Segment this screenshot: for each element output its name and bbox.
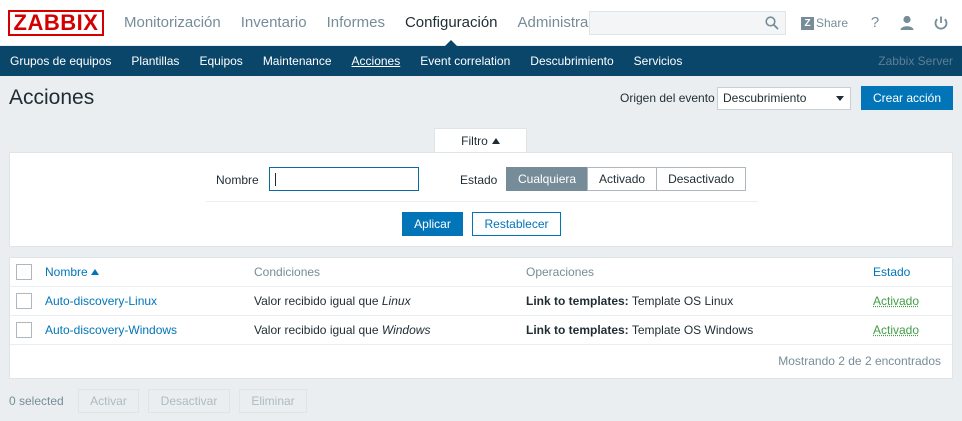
state-option-activado[interactable]: Activado (587, 167, 658, 191)
operation-cell: Link to templates: Template OS Windows (526, 316, 753, 344)
delete-button[interactable]: Eliminar (239, 389, 307, 413)
global-search-input[interactable] (589, 11, 786, 35)
operation-value: Template OS Linux (631, 294, 734, 308)
select-all-checkbox[interactable] (16, 264, 32, 280)
row-checkbox[interactable] (16, 293, 32, 309)
table-row: Auto-discovery-Windows Valor recibido ig… (10, 316, 952, 345)
filter-name-label: Nombre (216, 173, 259, 187)
operation-label: Link to templates: (526, 323, 629, 337)
condition-value: Linux (381, 294, 411, 308)
status-toggle-link[interactable]: Activado (873, 323, 919, 337)
event-source-value: Descubrimiento (723, 91, 807, 105)
state-option-desactivado[interactable]: Desactivado (656, 167, 747, 191)
collapse-arrow-icon (491, 138, 500, 144)
action-name-link[interactable]: Auto-discovery-Windows (45, 323, 177, 337)
help-icon[interactable]: ? (866, 14, 884, 32)
nav-inventario[interactable]: Inventario (231, 0, 317, 46)
event-source-label: Origen del evento (620, 91, 715, 105)
create-action-button[interactable]: Crear acción (861, 86, 953, 110)
enable-button[interactable]: Activar (78, 389, 139, 413)
column-header-name[interactable]: Nombre (45, 258, 99, 286)
search-icon[interactable] (765, 16, 779, 30)
filter-divider (206, 201, 758, 202)
user-profile-icon[interactable] (898, 14, 916, 32)
column-header-conditions: Condiciones (254, 265, 321, 279)
operation-label: Link to templates: (526, 294, 629, 308)
reset-button[interactable]: Restablecer (472, 212, 561, 236)
server-name: Zabbix Server (878, 54, 953, 68)
filter-state-label: Estado (460, 173, 498, 187)
subnav-servicios[interactable]: Servicios (624, 46, 693, 76)
subnav-acciones[interactable]: Acciones (342, 46, 411, 76)
subnav-grupos-de-equipos[interactable]: Grupos de equipos (0, 46, 121, 76)
condition-prefix: Valor recibido igual que (254, 323, 379, 337)
nav-monitorizacion[interactable]: Monitorización (114, 0, 231, 46)
subnav-maintenance[interactable]: Maintenance (253, 46, 342, 76)
condition-value: Windows (381, 323, 431, 337)
apply-button[interactable]: Aplicar (402, 212, 463, 236)
event-source-select[interactable]: Descubrimiento (717, 87, 851, 110)
nav-configuracion[interactable]: Configuración (395, 0, 508, 47)
subnav-event-correlation[interactable]: Event correlation (410, 46, 520, 76)
main-nav: Monitorización Inventario Informes Confi… (114, 0, 626, 47)
row-checkbox[interactable] (16, 322, 32, 338)
filter-panel: Nombre Estado Cualquiera Activado Desact… (9, 152, 953, 247)
column-header-status[interactable]: Estado (873, 258, 910, 286)
sort-ascending-icon (90, 269, 99, 275)
share-link[interactable]: Z Share (801, 15, 848, 31)
page-title: Acciones (9, 86, 95, 109)
actions-table: Nombre Condiciones Operaciones Estado Au… (9, 257, 953, 379)
subnav-descubrimiento[interactable]: Descubrimiento (520, 46, 623, 76)
subnav-equipos[interactable]: Equipos (189, 46, 252, 76)
status-toggle-link[interactable]: Activado (873, 294, 919, 308)
subnav-plantillas[interactable]: Plantillas (121, 46, 189, 76)
table-row: Auto-discovery-Linux Valor recibido igua… (10, 287, 952, 316)
operation-cell: Link to templates: Template OS Linux (526, 287, 733, 315)
filter-name-input[interactable] (269, 167, 419, 191)
column-header-operations: Operaciones (526, 265, 595, 279)
nav-informes[interactable]: Informes (317, 0, 395, 46)
share-icon: Z (801, 16, 814, 30)
column-header-name-label: Nombre (45, 265, 88, 279)
filter-tab-label: Filtro (461, 134, 488, 148)
disable-button[interactable]: Desactivar (148, 389, 230, 413)
text-cursor (275, 173, 276, 186)
share-label: Share (816, 16, 849, 30)
logout-icon[interactable] (932, 14, 950, 32)
selected-count: 0 selected (9, 394, 64, 408)
condition-cell: Valor recibido igual que Windows (254, 316, 430, 344)
state-option-cualquiera[interactable]: Cualquiera (506, 167, 589, 191)
sub-nav: Grupos de equipos Plantillas Equipos Mai… (0, 46, 962, 76)
table-footer-count: Mostrando 2 de 2 encontrados (778, 354, 941, 368)
zabbix-logo[interactable]: ZABBIX (8, 10, 104, 36)
filter-state-segmented: Cualquiera Activado Desactivado (506, 167, 747, 191)
condition-cell: Valor recibido igual que Linux (254, 287, 411, 315)
filter-tab[interactable]: Filtro (434, 128, 527, 153)
operation-value: Template OS Windows (631, 323, 754, 337)
top-header: ZABBIX Monitorización Inventario Informe… (0, 0, 962, 47)
chevron-down-icon (836, 96, 844, 101)
action-name-link[interactable]: Auto-discovery-Linux (45, 294, 157, 308)
condition-prefix: Valor recibido igual que (254, 294, 379, 308)
table-header-row: Nombre Condiciones Operaciones Estado (10, 258, 952, 287)
